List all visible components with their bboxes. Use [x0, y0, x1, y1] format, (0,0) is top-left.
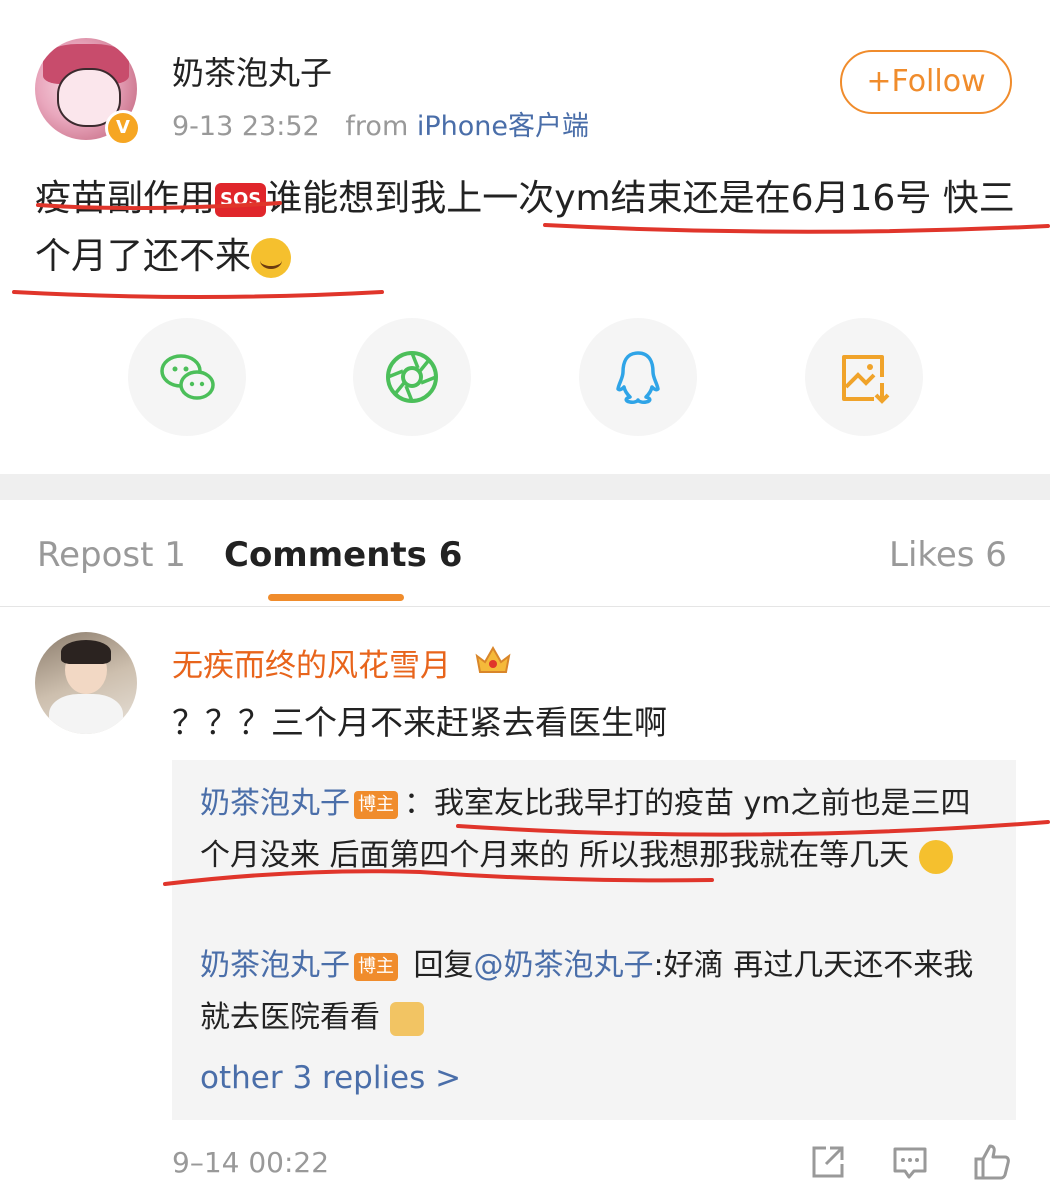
hammer-emoji-icon	[389, 1001, 424, 1036]
active-tab-indicator	[268, 594, 404, 601]
share-qq-button[interactable]	[579, 318, 697, 436]
comment-text: ？？？三个月不来赶紧去看医生啊	[172, 703, 667, 742]
author-name[interactable]: 奶茶泡丸子	[172, 48, 332, 94]
repost-icon[interactable]	[808, 1142, 848, 1182]
share-wechat-button[interactable]	[128, 318, 246, 436]
from-label: from	[345, 111, 409, 142]
crown-badge-icon	[475, 645, 511, 673]
reply-word: 回复	[413, 948, 474, 983]
crying-emoji-icon	[251, 238, 292, 278]
reply-item[interactable]: 奶茶泡丸子 博主 回复@奶茶泡丸子:好滴 再过几天还不来我就去医院看看	[200, 940, 1000, 1044]
section-divider	[0, 474, 1050, 500]
more-replies-link[interactable]: other 3 replies >	[200, 1060, 461, 1096]
reply-author[interactable]: 奶茶泡丸子	[200, 786, 350, 821]
author-tag: 博主	[354, 952, 398, 981]
commenter-name[interactable]: 无疾而终的风花雪月	[172, 640, 451, 685]
comment-timestamp: 9–14 00:22	[172, 1146, 330, 1179]
tab-repost[interactable]: Repost 1	[37, 535, 186, 575]
qq-icon	[616, 351, 660, 404]
post-meta: 9-13 23:52 from iPhone客户端	[172, 104, 589, 143]
author-tag: 博主	[354, 790, 398, 819]
reply-item[interactable]: 奶茶泡丸子 博主 ：我室友比我早打的疫苗 ym之前也是三四个月没来 后面第四个月来的…	[200, 778, 1000, 882]
post-text: 疫苗副作用 SOS 谁能想到我上一次ym结束还是在6月16号 快三个月了还不来	[35, 170, 1020, 286]
verified-badge-icon: V	[105, 110, 141, 146]
reply-mention[interactable]: @奶茶泡丸子	[474, 948, 654, 983]
post-timestamp: 9-13 23:52	[172, 111, 320, 142]
post-source[interactable]: iPhone客户端	[417, 111, 589, 142]
comment-icon[interactable]	[890, 1142, 930, 1182]
sos-emoji-icon: SOS	[215, 183, 267, 217]
follow-button[interactable]: +Follow	[840, 50, 1012, 114]
post-text-part1: 疫苗副作用	[35, 178, 216, 219]
tab-comments[interactable]: Comments 6	[224, 535, 462, 575]
commenter-avatar[interactable]	[35, 632, 137, 734]
share-save-image-button[interactable]	[805, 318, 923, 436]
tabs-divider	[0, 606, 1050, 607]
tab-likes[interactable]: Likes 6	[889, 535, 1007, 575]
wechat-icon	[160, 354, 215, 400]
laughing-emoji-icon	[918, 839, 953, 874]
share-moments-button[interactable]	[353, 318, 471, 436]
reply-author[interactable]: 奶茶泡丸子	[200, 948, 350, 983]
like-thumb-icon[interactable]	[972, 1142, 1012, 1182]
moments-icon	[386, 351, 438, 403]
save-image-icon	[842, 355, 890, 404]
